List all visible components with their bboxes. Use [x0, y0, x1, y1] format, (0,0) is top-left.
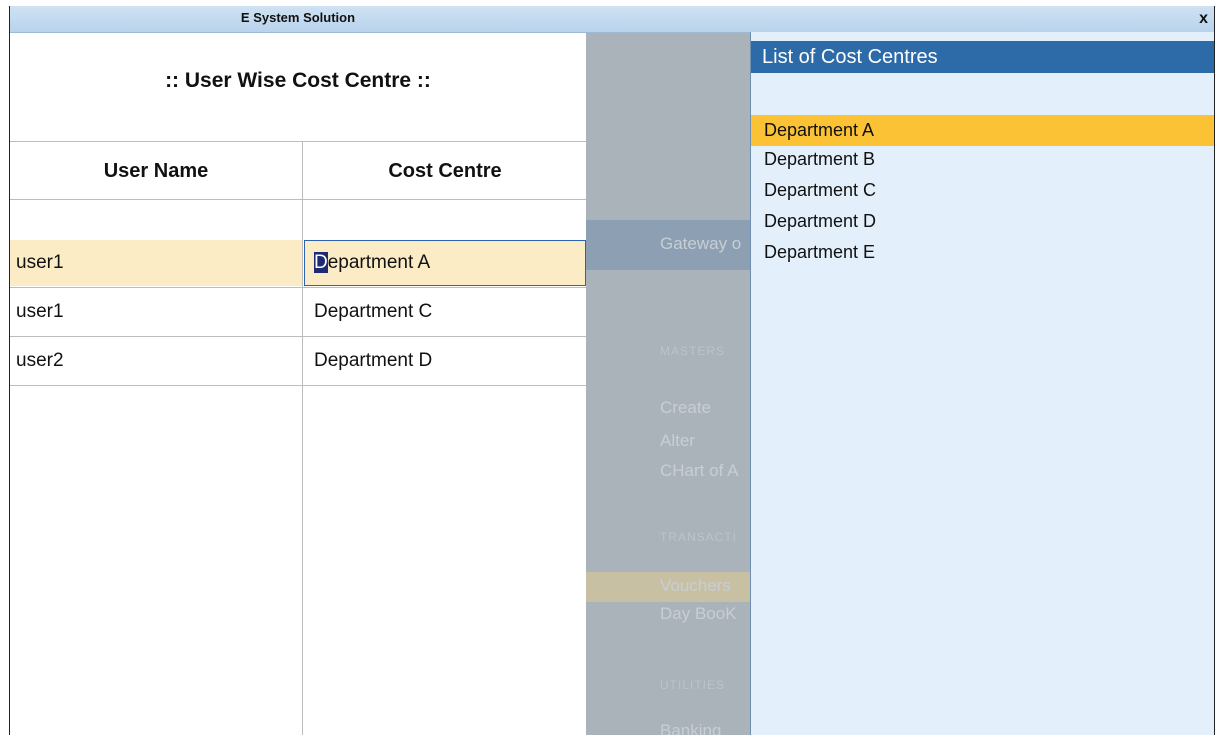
column-header-cost-centre: Cost Centre [388, 160, 502, 182]
column-divider [302, 141, 303, 735]
divider [10, 141, 586, 142]
cost-centre-value: Department C [314, 301, 433, 322]
form-title: :: User Wise Cost Centre :: [165, 69, 431, 92]
banking-menu-item: Banking [660, 721, 722, 735]
user-name-value: user2 [16, 350, 64, 371]
user-name-value: user1 [16, 301, 64, 322]
row-divider [10, 287, 586, 288]
user-wise-cost-centre-form: :: User Wise Cost Centre :: User Name Co… [10, 33, 586, 735]
background-gateway-panel: Gateway o MASTERS Create Alter CHart of … [586, 33, 750, 735]
row-divider [10, 336, 586, 337]
column-header-user-name: User Name [103, 160, 209, 182]
list-item-department-a[interactable]: Department A [751, 115, 1214, 146]
chart-of-accounts-menu-item: CHart of A [660, 461, 739, 480]
list-item-department-c[interactable]: Department C [751, 175, 1214, 206]
app-window: E System Solution x :: User Wise Cost Ce… [9, 6, 1215, 735]
table-row-user-name[interactable]: user1 [10, 240, 302, 286]
cost-centre-input[interactable]: Department A [304, 240, 586, 286]
list-title: List of Cost Centres [751, 41, 1214, 73]
list-item-department-e[interactable]: Department E [751, 237, 1214, 268]
alter-menu-item: Alter [660, 431, 695, 450]
masters-heading: MASTERS [660, 344, 726, 358]
title-bar: E System Solution x [10, 6, 1214, 33]
table-row-cost-centre[interactable]: Department C [304, 289, 586, 335]
list-item-department-d[interactable]: Department D [751, 206, 1214, 237]
user-name-value: user1 [16, 252, 64, 273]
text-cursor: D [314, 252, 328, 273]
cost-centre-value: epartment A [327, 252, 431, 273]
utilities-heading: UTILITIES [660, 678, 726, 692]
day-book-menu-item: Day BooK [660, 604, 737, 623]
row-divider [10, 385, 586, 386]
divider [10, 199, 586, 200]
window-title: E System Solution [240, 10, 356, 25]
transactions-heading: TRANSACTI [660, 530, 738, 544]
table-row-user-name[interactable]: user1 [10, 289, 302, 335]
table-row-user-name[interactable]: user2 [10, 338, 302, 384]
table-row-cost-centre[interactable]: Department D [304, 338, 586, 384]
gateway-header: Gateway o [660, 234, 742, 253]
close-button[interactable]: x [1199, 6, 1208, 32]
vouchers-menu-item: Vouchers [660, 576, 731, 595]
cost-centre-list-panel: List of Cost Centres Department A Depart… [750, 32, 1214, 735]
create-menu-item: Create [660, 398, 712, 417]
list-item-department-b[interactable]: Department B [751, 144, 1214, 175]
cost-centre-value: Department D [314, 350, 433, 371]
